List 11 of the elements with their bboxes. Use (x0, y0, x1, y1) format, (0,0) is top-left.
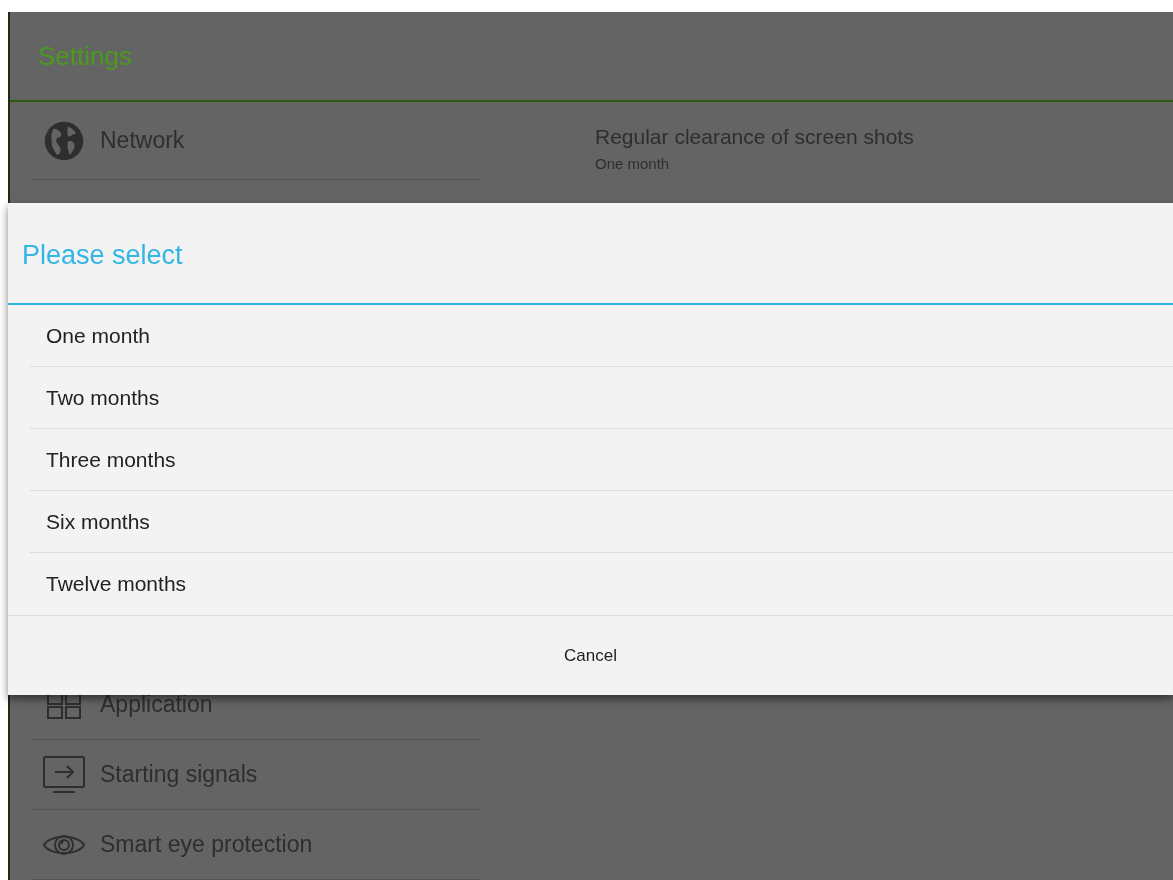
setting-title: Regular clearance of screen shots (595, 124, 914, 150)
option-item[interactable]: Two months (30, 367, 1173, 429)
option-item[interactable]: One month (30, 305, 1173, 367)
dialog-title: Please select (22, 238, 183, 272)
option-item[interactable]: Twelve months (30, 553, 1173, 615)
settings-title: Settings (38, 39, 132, 73)
setting-value: One month (595, 154, 671, 175)
option-item[interactable]: Six months (30, 491, 1173, 553)
cancel-button[interactable]: Cancel (548, 634, 633, 677)
option-item[interactable]: Three months (30, 429, 1173, 491)
monitor-arrow-icon (43, 755, 85, 794)
